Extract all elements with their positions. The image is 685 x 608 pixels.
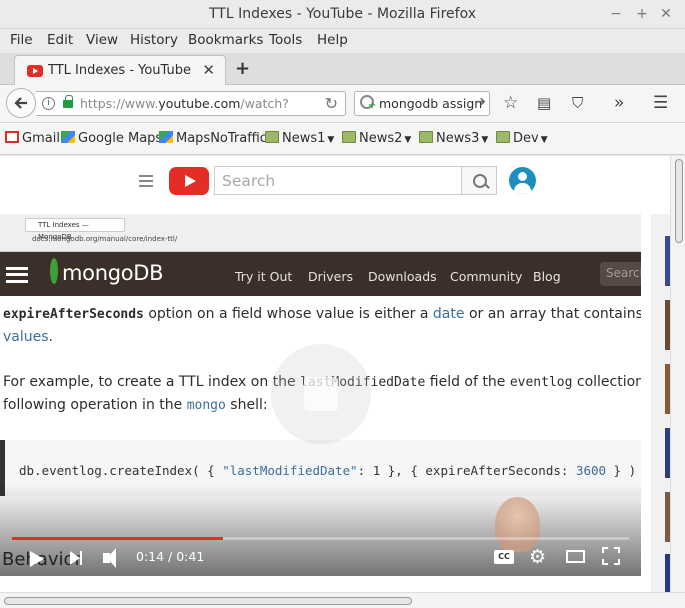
search-bar-value[interactable]: mongodb assign: [379, 96, 482, 111]
reading-list-icon[interactable]: ▤: [537, 94, 551, 112]
time-display: 0:14 / 0:41: [136, 549, 205, 564]
mongodb-nav-item: Blog: [533, 269, 561, 284]
minimize-button[interactable]: −: [607, 4, 625, 24]
bookmarks-toolbar: Gmail Google Maps MapsNoTraffic News1 ▼ N…: [0, 123, 685, 155]
reload-icon[interactable]: ↻: [325, 94, 338, 113]
dropdown-arrow-icon: ▼: [404, 135, 412, 145]
theater-mode-button[interactable]: [566, 550, 585, 563]
menubar: File Edit View History Bookmarks Tools H…: [0, 29, 685, 53]
menu-view[interactable]: View: [86, 32, 118, 48]
menu-bookmarks[interactable]: Bookmarks: [188, 32, 263, 48]
maximize-button[interactable]: +: [633, 4, 651, 24]
horizontal-scrollbar[interactable]: [0, 592, 685, 608]
bookmark-google-maps[interactable]: Google Maps: [61, 131, 162, 146]
doc-paragraph-line: values.: [3, 329, 53, 345]
settings-gear-icon[interactable]: ⚙: [529, 548, 546, 567]
dropdown-arrow-icon: ▼: [540, 135, 548, 145]
progress-bar-fill: [12, 537, 223, 540]
fullscreen-button[interactable]: [602, 547, 620, 565]
back-arrow-icon: [14, 97, 27, 109]
folder-icon: [496, 131, 510, 143]
video-inner-browser-chrome: TTL Indexes — MongoDB docs.mongodb.org/m…: [0, 214, 641, 252]
mongodb-logo: mongoDB: [62, 261, 164, 285]
navigation-bar: i https://www.youtube.com/watch?v=h ↻ mo…: [0, 85, 685, 123]
mongodb-navbar: mongoDB Try it Out Drivers Downloads Com…: [0, 252, 641, 296]
youtube-logo-icon[interactable]: [169, 167, 209, 195]
youtube-favicon-icon: [27, 65, 43, 77]
pocket-icon[interactable]: ⛉: [572, 94, 583, 112]
page-content: Search TTL Indexes — MongoDB docs.mongod…: [0, 156, 685, 597]
search-engine-icon[interactable]: [360, 95, 376, 111]
suggestions-sidebar: [651, 214, 670, 597]
window-titlebar: TTL Indexes - YouTube - Mozilla Firefox …: [0, 0, 685, 29]
mongodb-nav-item: Drivers: [308, 269, 353, 284]
tab-label: TTL Indexes - YouTube: [48, 63, 192, 78]
search-placeholder: Search: [222, 172, 276, 190]
scrollbar-thumb[interactable]: [675, 159, 683, 243]
tab-strip: TTL Indexes - YouTube ✕: [0, 53, 685, 85]
menu-history[interactable]: History: [130, 32, 178, 48]
play-button[interactable]: [30, 551, 44, 567]
hamburger-menu-icon[interactable]: ☰: [653, 93, 668, 113]
mongodb-search: Search: [600, 262, 641, 286]
mongodb-leaf-icon: [50, 258, 58, 284]
bookmark-gmail[interactable]: Gmail: [5, 131, 60, 146]
lock-icon: [63, 95, 73, 108]
search-go-icon[interactable]: ➔: [474, 94, 486, 110]
dropdown-arrow-icon: ▼: [481, 135, 489, 145]
bookmark-folder-news3[interactable]: News3 ▼: [419, 131, 488, 146]
doc-paragraph-line: following operation in the mongo shell:: [3, 397, 268, 413]
bookmark-folder-dev[interactable]: Dev ▼: [496, 131, 548, 146]
new-tab-plus-icon[interactable]: +: [235, 58, 250, 79]
bookmark-folder-news1[interactable]: News1 ▼: [265, 131, 334, 146]
mongodb-nav-item: Downloads: [368, 269, 437, 284]
volume-icon[interactable]: [103, 548, 116, 568]
tab-close-icon[interactable]: ✕: [202, 61, 215, 79]
scrollbar-thumb[interactable]: [4, 597, 412, 605]
video-inner-tab: TTL Indexes — MongoDB: [25, 218, 125, 241]
google-maps-icon: [159, 131, 173, 143]
back-button[interactable]: [6, 88, 36, 118]
guide-menu-icon[interactable]: [139, 174, 153, 188]
bookmark-mapsnotraffic[interactable]: MapsNoTraffic: [159, 131, 267, 146]
code-line: db.eventlog.createIndex( { "lastModified…: [19, 463, 637, 478]
doc-paragraph-line: expireAfterSeconds option on a field who…: [3, 306, 641, 322]
bookmark-folder-news2[interactable]: News2 ▼: [342, 131, 411, 146]
menu-file[interactable]: File: [10, 32, 33, 48]
next-button[interactable]: [70, 551, 82, 565]
mongodb-nav-item: Try it Out: [235, 269, 293, 284]
menu-help[interactable]: Help: [317, 32, 348, 48]
finger-image: [495, 497, 540, 552]
folder-icon: [342, 131, 356, 143]
window-title: TTL Indexes - YouTube - Mozilla Firefox: [209, 6, 476, 22]
google-maps-icon: [61, 131, 75, 143]
youtube-header: Search: [0, 156, 670, 214]
info-icon[interactable]: i: [42, 97, 55, 110]
progress-bar[interactable]: [12, 537, 629, 540]
overflow-chevron-icon[interactable]: »: [614, 93, 624, 113]
youtube-search-button[interactable]: [461, 166, 497, 195]
tab-ttl-indexes[interactable]: TTL Indexes - YouTube ✕: [14, 55, 226, 85]
gmail-icon: [5, 131, 19, 143]
video-inner-url: docs.mongodb.org/manual/core/index-ttl/: [32, 235, 178, 243]
menu-tools[interactable]: Tools: [269, 32, 302, 48]
search-bar[interactable]: mongodb assign ➔: [354, 91, 490, 116]
folder-icon: [265, 131, 279, 143]
close-window-button[interactable]: ✕: [657, 4, 675, 24]
mongodb-menu-icon: [6, 267, 28, 283]
menu-edit[interactable]: Edit: [47, 32, 73, 48]
video-player[interactable]: TTL Indexes — MongoDB docs.mongodb.org/m…: [0, 214, 641, 576]
avatar[interactable]: [509, 167, 536, 194]
url-bar[interactable]: i https://www.youtube.com/watch?v=h ↻: [36, 91, 346, 116]
vertical-scrollbar[interactable]: [670, 156, 685, 597]
folder-icon: [419, 131, 433, 143]
bookmark-star-icon[interactable]: ☆: [503, 93, 518, 113]
dropdown-arrow-icon: ▼: [327, 135, 335, 145]
captions-button[interactable]: CC: [494, 550, 514, 564]
youtube-search-input[interactable]: Search: [214, 166, 462, 195]
large-play-overlay-icon[interactable]: [271, 344, 371, 444]
mongodb-nav-item: Community: [450, 269, 523, 284]
url-text[interactable]: https://www.youtube.com/watch?v=h: [80, 96, 288, 111]
